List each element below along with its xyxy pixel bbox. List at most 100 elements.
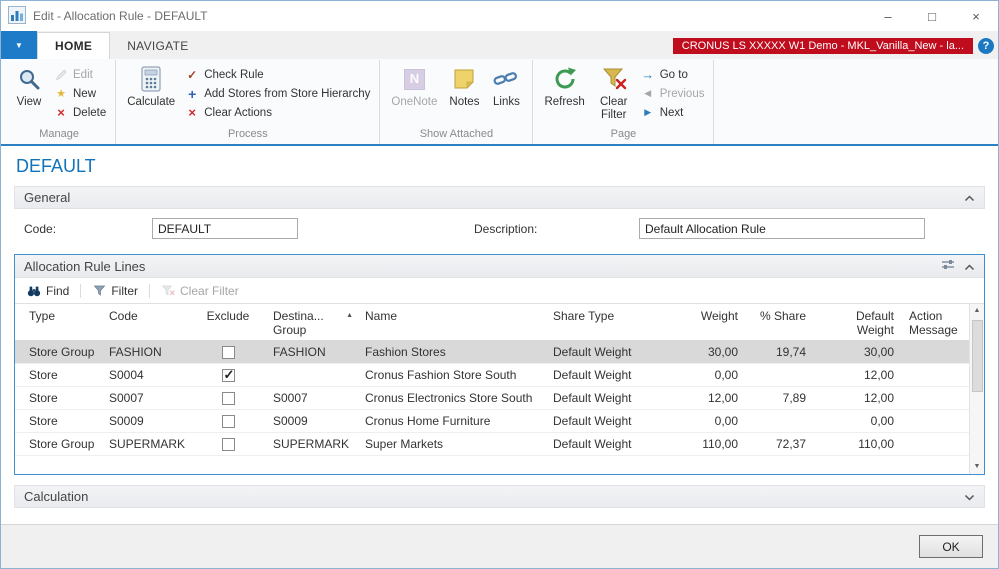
- ribbon-group-label-process: Process: [121, 127, 374, 144]
- onenote-button[interactable]: N OneNote: [385, 61, 443, 125]
- cell-destination-group: FASHION: [267, 345, 359, 359]
- refresh-button[interactable]: Refresh: [538, 61, 590, 125]
- clear-filter-funnel-icon: [161, 285, 175, 296]
- col-header-action-message[interactable]: Action Message: [903, 309, 969, 337]
- general-fields: Code: Description:: [14, 209, 985, 250]
- exclude-checkbox[interactable]: [222, 415, 235, 428]
- filter-button[interactable]: Filter: [89, 282, 141, 300]
- next-arrow-icon: ▶: [641, 107, 655, 118]
- tab-home[interactable]: HOME: [37, 32, 110, 59]
- exclude-checkbox[interactable]: [222, 346, 235, 359]
- ribbon: View Edit ★ New × Delete: [1, 59, 998, 146]
- grid-empty-space: [15, 456, 969, 474]
- help-icon[interactable]: ?: [978, 38, 994, 54]
- links-chain-icon: [493, 64, 519, 94]
- check-rule-button[interactable]: ✓ Check Rule: [181, 65, 374, 84]
- previous-button[interactable]: ◀ Previous: [637, 84, 709, 103]
- notes-button[interactable]: Notes: [443, 61, 485, 125]
- chevron-up-icon[interactable]: [964, 190, 975, 205]
- col-header-share-pct[interactable]: % Share: [747, 309, 815, 323]
- code-input[interactable]: [152, 218, 298, 239]
- calculate-button[interactable]: Calculate: [121, 61, 181, 125]
- chevron-up-icon[interactable]: [964, 259, 975, 274]
- cell-default-weight: 0,00: [815, 414, 903, 428]
- scroll-up-icon[interactable]: ▲: [970, 304, 984, 318]
- col-header-destination-group[interactable]: Destina... ▲ Group: [267, 309, 359, 337]
- cell-share-pct: 72,37: [747, 437, 815, 451]
- refresh-icon: [552, 64, 578, 94]
- vertical-scrollbar[interactable]: ▲ ▼: [969, 304, 984, 474]
- new-button[interactable]: ★ New: [50, 84, 110, 103]
- tab-navigate[interactable]: NAVIGATE: [110, 34, 205, 59]
- ribbon-group-label-show-attached: Show Attached: [385, 127, 527, 144]
- goto-button[interactable]: → Go to: [637, 65, 709, 84]
- grid-header-row: Type Code Exclude Destina... ▲ Group Nam…: [15, 304, 969, 341]
- table-row[interactable]: Store S0007 S0007 Cronus Electronics Sto…: [15, 387, 969, 410]
- ribbon-group-label-page: Page: [538, 127, 708, 144]
- check-rule-icon: ✓: [185, 68, 199, 82]
- next-label: Next: [660, 107, 684, 119]
- company-badge: CRONUS LS XXXXX W1 Demo - MKL_Vanilla_Ne…: [673, 38, 973, 54]
- next-button[interactable]: ▶ Next: [637, 103, 709, 122]
- cell-weight: 12,00: [675, 391, 747, 405]
- table-row[interactable]: Store Group FASHION FASHION Fashion Stor…: [15, 341, 969, 364]
- edit-button-label: Edit: [73, 69, 93, 81]
- edit-button[interactable]: Edit: [50, 65, 110, 84]
- close-button[interactable]: ×: [954, 1, 998, 31]
- lines-grid: Type Code Exclude Destina... ▲ Group Nam…: [15, 304, 984, 474]
- scrollbar-thumb[interactable]: [972, 320, 983, 392]
- calculation-section-header[interactable]: Calculation: [14, 485, 985, 508]
- page-title: DEFAULT: [16, 156, 985, 177]
- table-row[interactable]: Store S0004 Cronus Fashion Store South D…: [15, 364, 969, 387]
- clear-actions-button[interactable]: × Clear Actions: [181, 103, 374, 122]
- destination-group-line2: Group: [273, 323, 353, 337]
- sort-ascending-icon: ▲: [346, 309, 353, 323]
- find-label: Find: [46, 284, 69, 298]
- cell-type: Store Group: [15, 437, 103, 451]
- col-header-name[interactable]: Name: [359, 309, 547, 323]
- goto-arrow-icon: →: [641, 67, 655, 82]
- col-header-type[interactable]: Type: [15, 309, 103, 323]
- maximize-button[interactable]: □: [910, 1, 954, 31]
- scroll-down-icon[interactable]: ▼: [970, 460, 984, 474]
- cell-default-weight: 12,00: [815, 391, 903, 405]
- minimize-button[interactable]: –: [866, 1, 910, 31]
- cell-code: S0009: [103, 414, 189, 428]
- col-header-weight[interactable]: Weight: [675, 309, 747, 323]
- app-menu-button[interactable]: ▼: [1, 31, 37, 59]
- separator: [149, 284, 150, 298]
- ribbon-group-show-attached: N OneNote Notes Links Show Atta: [380, 60, 533, 144]
- new-icon: ★: [54, 87, 68, 100]
- lines-section-header[interactable]: Allocation Rule Lines: [15, 255, 984, 278]
- delete-button[interactable]: × Delete: [50, 103, 110, 122]
- clear-filter-grid-button[interactable]: Clear Filter: [158, 282, 242, 300]
- exclude-checkbox[interactable]: [222, 392, 235, 405]
- links-button[interactable]: Links: [485, 61, 527, 125]
- exclude-checkbox[interactable]: [222, 369, 235, 382]
- cell-type: Store: [15, 391, 103, 405]
- ribbon-group-process: Calculate ✓ Check Rule + Add Stores from…: [116, 60, 380, 144]
- find-button[interactable]: Find: [24, 282, 72, 300]
- description-input[interactable]: [639, 218, 925, 239]
- add-stores-button[interactable]: + Add Stores from Store Hierarchy: [181, 84, 374, 103]
- default-weight-line1: Default: [821, 309, 894, 323]
- exclude-checkbox[interactable]: [222, 438, 235, 451]
- clear-filter-grid-label: Clear Filter: [180, 284, 239, 298]
- col-header-share-type[interactable]: Share Type: [547, 309, 675, 323]
- table-row[interactable]: Store S0009 S0009 Cronus Home Furniture …: [15, 410, 969, 433]
- clear-filter-button[interactable]: Clear Filter: [591, 61, 637, 125]
- ok-button[interactable]: OK: [919, 535, 983, 558]
- chevron-down-icon[interactable]: [964, 489, 975, 504]
- cell-default-weight: 110,00: [815, 437, 903, 451]
- col-header-code[interactable]: Code: [103, 309, 189, 323]
- previous-arrow-icon: ◀: [641, 88, 655, 99]
- customize-icon[interactable]: [941, 259, 955, 274]
- col-header-exclude[interactable]: Exclude: [189, 309, 267, 323]
- new-button-label: New: [73, 88, 96, 100]
- table-row[interactable]: Store Group SUPERMARK SUPERMARK Super Ma…: [15, 433, 969, 456]
- cell-destination-group: S0009: [267, 414, 359, 428]
- view-button[interactable]: View: [8, 61, 50, 125]
- general-section-header[interactable]: General: [14, 186, 985, 209]
- col-header-default-weight[interactable]: Default Weight: [815, 309, 903, 337]
- grid-toolbar: Find Filter Clear Filter: [15, 278, 984, 304]
